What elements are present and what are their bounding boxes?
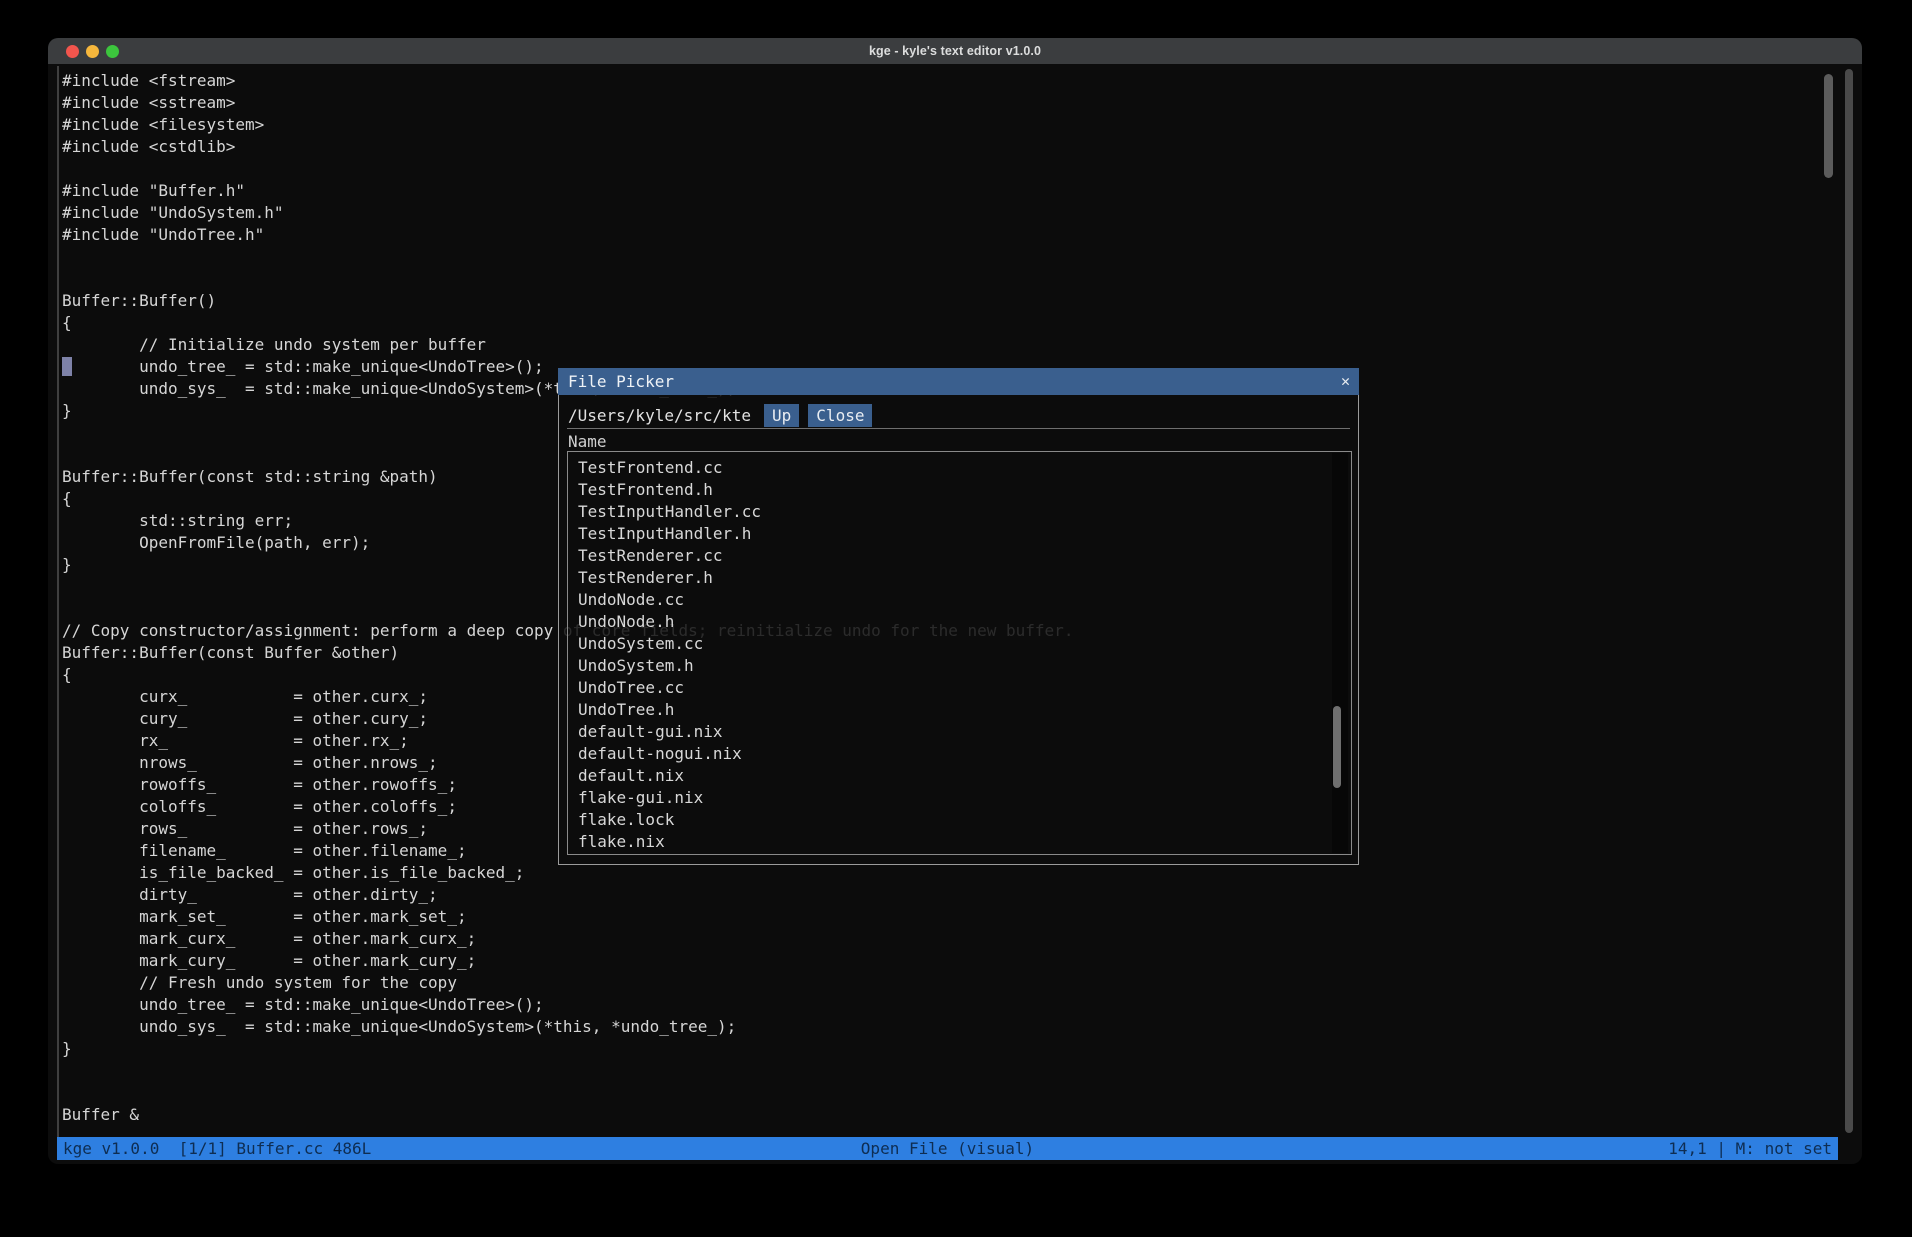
status-cursor-position: 14,1 | M: not set: [1668, 1137, 1832, 1160]
divider: [567, 428, 1350, 429]
text-cursor: [62, 357, 72, 376]
file-item[interactable]: TestRenderer.cc: [578, 545, 1351, 567]
zoom-window-icon[interactable]: [106, 45, 119, 58]
file-item[interactable]: default-gui.nix: [578, 721, 1351, 743]
file-item[interactable]: UndoSystem.cc: [578, 633, 1351, 655]
file-list-scrollbar-track[interactable]: [1332, 453, 1348, 853]
file-item[interactable]: flake-gui.nix: [578, 787, 1351, 809]
file-list: TestFrontend.ccTestFrontend.hTestInputHa…: [567, 451, 1352, 855]
file-item[interactable]: UndoNode.h: [578, 611, 1351, 633]
file-item[interactable]: UndoTree.cc: [578, 677, 1351, 699]
file-list-scrollbar-thumb[interactable]: [1333, 706, 1341, 788]
status-bar: kge v1.0.0 [1/1] Buffer.cc 486L Open Fil…: [57, 1137, 1838, 1160]
file-picker-titlebar[interactable]: File Picker ✕: [558, 368, 1359, 395]
status-mode: Open File (visual): [57, 1137, 1838, 1160]
file-item[interactable]: UndoTree.h: [578, 699, 1351, 721]
file-item[interactable]: flake.lock: [578, 809, 1351, 831]
close-button[interactable]: Close: [808, 404, 872, 427]
traffic-lights: [66, 45, 119, 58]
file-item[interactable]: UndoSystem.h: [578, 655, 1351, 677]
file-picker-title: File Picker: [568, 372, 674, 391]
current-path: /Users/kyle/src/kte: [568, 406, 751, 425]
file-item[interactable]: default-nogui.nix: [578, 743, 1351, 765]
file-item[interactable]: TestFrontend.h: [578, 479, 1351, 501]
file-item[interactable]: flake.nix: [578, 831, 1351, 853]
file-picker-dialog: File Picker ✕ /Users/kyle/src/kte Up Clo…: [558, 368, 1359, 865]
path-row: /Users/kyle/src/kte Up Close: [568, 402, 872, 428]
editor-scrollbar-thumb[interactable]: [1824, 74, 1833, 178]
window-title: kge - kyle's text editor v1.0.0: [48, 44, 1862, 58]
file-item[interactable]: TestRenderer.h: [578, 567, 1351, 589]
file-item[interactable]: UndoNode.cc: [578, 589, 1351, 611]
name-column-header: Name: [568, 432, 607, 451]
file-item[interactable]: TestInputHandler.cc: [578, 501, 1351, 523]
minimize-window-icon[interactable]: [86, 45, 99, 58]
close-window-icon[interactable]: [66, 45, 79, 58]
editor-scrollbar-track[interactable]: [1845, 69, 1853, 1133]
editor-left-border: [57, 66, 59, 1159]
up-button[interactable]: Up: [764, 404, 799, 427]
file-item[interactable]: TestInputHandler.h: [578, 523, 1351, 545]
file-item[interactable]: default.nix: [578, 765, 1351, 787]
window-titlebar[interactable]: kge - kyle's text editor v1.0.0: [48, 38, 1862, 64]
close-icon[interactable]: ✕: [1341, 368, 1350, 395]
file-item[interactable]: TestFrontend.cc: [578, 457, 1351, 479]
